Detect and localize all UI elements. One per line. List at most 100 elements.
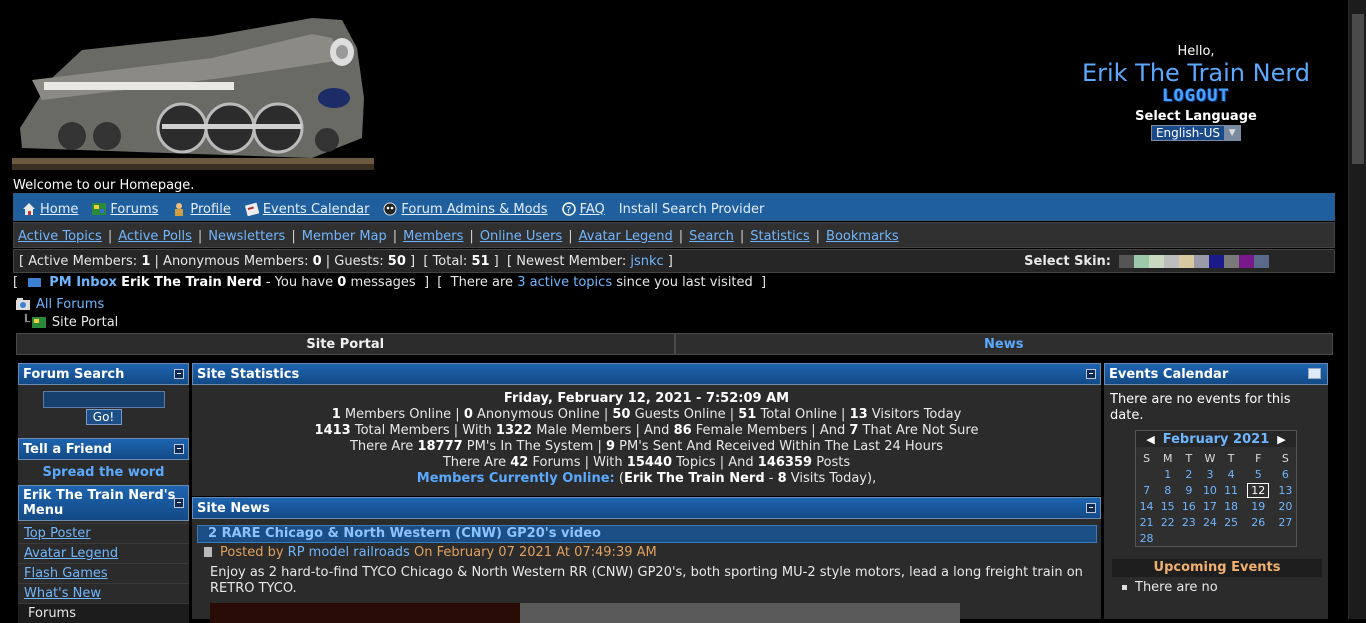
next-month-icon[interactable]: ▶ — [1277, 433, 1285, 446]
calendar-day[interactable]: 28 — [1136, 530, 1157, 546]
skin-swatch-5[interactable] — [1194, 255, 1209, 268]
calendar-day[interactable]: 8 — [1157, 482, 1178, 498]
calendar-day[interactable]: 21 — [1136, 514, 1157, 530]
link-member-map[interactable]: Member Map — [302, 229, 387, 244]
menu-flash-games[interactable]: Flash Games — [18, 563, 189, 583]
tab-site-portal[interactable]: Site Portal — [16, 333, 675, 355]
link-active-topics[interactable]: Active Topics — [18, 229, 102, 244]
link-search[interactable]: Search — [689, 229, 734, 244]
nav-install-search-provider[interactable]: Install Search Provider — [619, 202, 765, 217]
calendar-day[interactable]: 1 — [1157, 466, 1178, 482]
menu-whats-new[interactable]: What's New — [18, 583, 189, 603]
newest-member-link[interactable]: jsnkc — [630, 254, 663, 269]
calendar-day[interactable]: 18 — [1221, 498, 1242, 514]
skin-swatch-0[interactable] — [1119, 255, 1134, 268]
collapse-icon[interactable] — [174, 444, 184, 454]
logout-button[interactable]: LOGOUT — [1162, 87, 1229, 105]
calendar-day[interactable]: 19 — [1242, 498, 1275, 514]
calendar-today[interactable]: 12 — [1247, 482, 1270, 498]
vertical-scrollbar[interactable] — [1348, 0, 1366, 619]
breadcrumb: All Forums ┖ Site Portal — [16, 295, 118, 331]
members-currently-online-link[interactable]: Members Currently Online: — [417, 471, 615, 486]
skin-swatch-4[interactable] — [1179, 255, 1194, 268]
calendar-day[interactable]: 11 — [1221, 482, 1242, 498]
skin-swatch-8[interactable] — [1239, 255, 1254, 268]
weekday-header: M — [1162, 451, 1173, 465]
calendar-day[interactable]: 7 — [1136, 482, 1157, 498]
skin-swatch-7[interactable] — [1224, 255, 1239, 268]
calendar-day[interactable]: 4 — [1221, 466, 1242, 482]
nav-home[interactable]: Home — [22, 202, 78, 217]
spread-the-word-link[interactable]: Spread the word — [18, 460, 189, 485]
nav-profile[interactable]: Profile — [172, 202, 231, 217]
not-sure-count: 7 — [849, 423, 859, 438]
nav-faq[interactable]: ? FAQ — [561, 202, 605, 217]
calendar-day[interactable]: 2 — [1178, 466, 1199, 482]
calendar-day[interactable]: 12 — [1242, 482, 1275, 498]
calendar-day[interactable]: 5 — [1242, 466, 1275, 482]
calendar-day[interactable]: 6 — [1275, 466, 1296, 482]
tab-news[interactable]: News — [674, 333, 1333, 355]
calendar-day[interactable]: 13 — [1275, 482, 1296, 498]
language-select[interactable]: English-US ▼ — [1150, 125, 1242, 141]
currently-online-user[interactable]: Erik The Train Nerd — [624, 471, 765, 486]
forum-search-input[interactable] — [42, 391, 165, 408]
nav-forums[interactable]: Forums — [92, 202, 158, 217]
link-online-users[interactable]: Online Users — [480, 229, 562, 244]
link-members[interactable]: Members — [403, 229, 463, 244]
anonymous-members-count: 0 — [312, 253, 322, 269]
skin-swatch-6[interactable] — [1209, 255, 1224, 268]
news-video-thumbnail[interactable] — [210, 603, 1101, 623]
select-language-label: Select Language — [1135, 109, 1257, 124]
skin-swatch-1[interactable] — [1134, 255, 1149, 268]
calendar-day[interactable]: 23 — [1178, 514, 1199, 530]
collapse-icon[interactable] — [174, 369, 184, 379]
total-online-count: 51 — [738, 407, 757, 422]
calendar-day[interactable]: 16 — [1178, 498, 1199, 514]
breadcrumb-all-forums[interactable]: All Forums — [36, 297, 104, 312]
skin-swatch-2[interactable] — [1149, 255, 1164, 268]
news-author-link[interactable]: RP model railroads — [288, 545, 410, 560]
search-go-button[interactable]: Go! — [85, 409, 122, 425]
calendar-day[interactable]: 17 — [1199, 498, 1220, 514]
collapse-icon[interactable] — [174, 498, 184, 508]
calendar-day[interactable]: 14 — [1136, 498, 1157, 514]
newest-member-label: Newest Member: — [516, 253, 627, 269]
link-avatar-legend[interactable]: Avatar Legend — [579, 229, 673, 244]
prev-month-icon[interactable]: ◀ — [1146, 433, 1154, 446]
calendar-day[interactable]: 27 — [1275, 514, 1296, 530]
collapse-icon[interactable] — [1086, 503, 1096, 513]
menu-avatar-legend[interactable]: Avatar Legend — [18, 543, 189, 563]
collapse-icon[interactable] — [1086, 369, 1096, 379]
scrollbar-thumb[interactable] — [1352, 14, 1364, 164]
pm-inbox-link[interactable]: PM Inbox — [49, 275, 117, 290]
calendar-day[interactable]: 15 — [1157, 498, 1178, 514]
link-active-polls[interactable]: Active Polls — [118, 229, 192, 244]
calendar-day[interactable]: 25 — [1221, 514, 1242, 530]
menu-forums[interactable]: Forums — [18, 603, 189, 623]
no-events-text: There are no events for this date. — [1110, 392, 1291, 423]
username-link[interactable]: Erik The Train Nerd — [1066, 59, 1326, 87]
nav-forum-admins[interactable]: Forum Admins & Mods — [383, 202, 548, 217]
calendar-day[interactable]: 10 — [1199, 482, 1220, 498]
link-bookmarks[interactable]: Bookmarks — [826, 229, 899, 244]
nav-events-calendar[interactable]: Events Calendar — [244, 202, 369, 217]
breadcrumb-site-portal: Site Portal — [51, 314, 119, 330]
events-calendar-block: Events Calendar There are no events for … — [1104, 363, 1328, 619]
currently-online-visits: 8 — [777, 471, 787, 486]
skin-swatch-3[interactable] — [1164, 255, 1179, 268]
skin-swatch-9[interactable] — [1254, 255, 1269, 268]
link-statistics[interactable]: Statistics — [750, 229, 809, 244]
calendar-day[interactable]: 22 — [1157, 514, 1178, 530]
menu-top-poster[interactable]: Top Poster — [18, 523, 189, 543]
calendar-day[interactable]: 3 — [1199, 466, 1220, 482]
locomotive-logo-image — [12, 18, 374, 170]
calendar-day[interactable]: 9 — [1178, 482, 1199, 498]
link-newsletters[interactable]: Newsletters — [208, 229, 285, 244]
calendar-icon[interactable] — [1308, 368, 1321, 379]
calendar-day[interactable]: 26 — [1242, 514, 1275, 530]
calendar-day[interactable]: 24 — [1199, 514, 1220, 530]
active-topics-link[interactable]: 3 active topics — [517, 275, 612, 290]
news-article-title[interactable]: 2 RARE Chicago & North Western (CNW) GP2… — [197, 525, 1097, 543]
calendar-day[interactable]: 20 — [1275, 498, 1296, 514]
